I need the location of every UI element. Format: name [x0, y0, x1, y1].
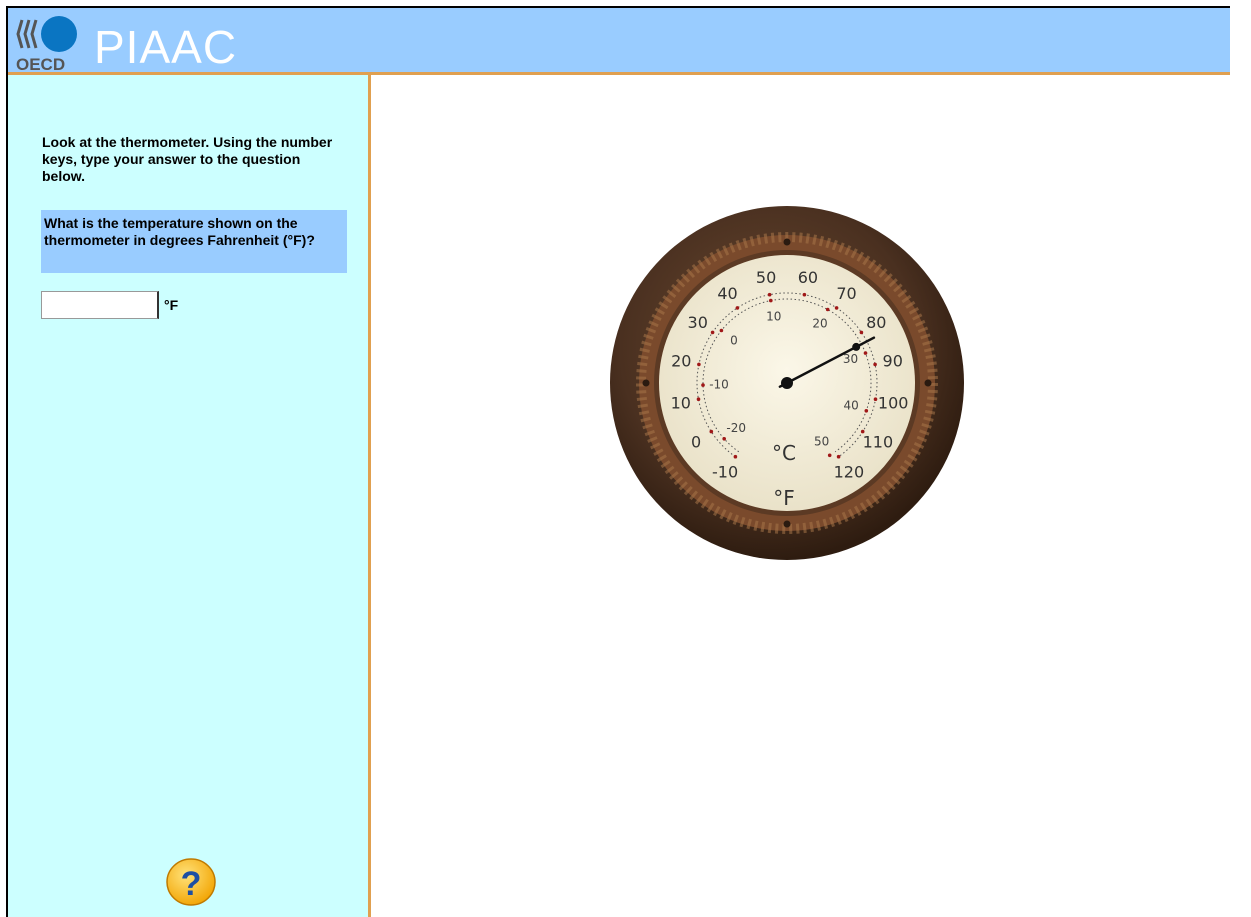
celsius-tick-label: -10 — [709, 378, 729, 392]
fahrenheit-tick-label: 70 — [836, 284, 856, 303]
question-panel: Look at the thermometer. Using the numbe… — [8, 75, 371, 917]
fahrenheit-tick-dot — [873, 397, 878, 401]
fahrenheit-tick-dot — [859, 330, 864, 335]
fahrenheit-tick-label: 20 — [671, 352, 691, 371]
fahrenheit-tick-dot — [735, 306, 740, 310]
celsius-unit-label: °C — [772, 441, 796, 465]
fahrenheit-tick-label: 50 — [756, 268, 776, 287]
fahrenheit-tick-dot — [710, 330, 715, 335]
celsius-tick-label: 0 — [730, 334, 738, 348]
celsius-tick-dot — [827, 453, 832, 458]
thermometer-dial: -1001020304050 60708090100110120 -20-1001… — [610, 206, 964, 560]
question-mark-icon: ? — [181, 865, 202, 903]
celsius-tick-label: 50 — [814, 435, 829, 449]
fahrenheit-tick-label: -10 — [712, 463, 738, 482]
celsius-tick-dot — [769, 298, 773, 303]
header-bar: OECD PIAAC — [8, 8, 1230, 75]
fahrenheit-tick-label: 0 — [691, 432, 701, 451]
celsius-tick-label: 10 — [766, 309, 781, 323]
oecd-logo-icon: OECD — [16, 16, 77, 72]
fahrenheit-unit-label: °F — [773, 486, 795, 510]
fahrenheit-tick-dot — [860, 429, 865, 434]
celsius-tick-dot — [864, 409, 869, 413]
fahrenheit-tick-dot — [697, 362, 701, 367]
fahrenheit-tick-dot — [873, 362, 877, 367]
fahrenheit-tick-dot — [709, 429, 714, 434]
celsius-tick-dot — [863, 351, 868, 355]
fahrenheit-tick-dot — [767, 292, 772, 297]
celsius-tick-label: -20 — [726, 421, 746, 435]
fahrenheit-tick-label: 90 — [883, 352, 903, 371]
answer-unit-label: °F — [164, 297, 179, 313]
fahrenheit-tick-dot — [802, 292, 807, 297]
celsius-tick-dot — [701, 383, 705, 387]
fahrenheit-tick-dot — [834, 306, 839, 310]
fahrenheit-tick-label: 120 — [834, 463, 865, 482]
celsius-tick-dot — [825, 307, 830, 312]
stimulus-area: -10 0 10 20 30 40 50 60 70 80 90 100 110 120 -20 -10 0 1… — [371, 75, 1230, 917]
fahrenheit-tick-label: 60 — [798, 268, 818, 287]
celsius-tick-dot — [719, 328, 724, 333]
app-title: PIAAC — [94, 21, 238, 73]
instructions-text: Look at the thermometer. Using the numbe… — [42, 134, 333, 184]
question-text: What is the temperature shown on the the… — [41, 210, 347, 273]
fahrenheit-tick-dot — [733, 454, 738, 459]
needle-tip-knob — [852, 342, 861, 351]
fahrenheit-tick-label: 110 — [863, 432, 894, 451]
fahrenheit-tick-dot — [696, 397, 701, 401]
logo-text: OECD — [16, 55, 65, 72]
fahrenheit-tick-label: 80 — [866, 313, 886, 332]
fahrenheit-tick-label: 10 — [671, 394, 691, 413]
celsius-tick-label: 20 — [812, 317, 827, 331]
celsius-tick-dot — [722, 437, 726, 441]
fahrenheit-tick-label: 40 — [717, 284, 737, 303]
fahrenheit-tick-label: 100 — [878, 394, 909, 413]
needle-hub — [781, 377, 793, 389]
celsius-tick-label: 40 — [844, 399, 859, 413]
fahrenheit-tick-label: 30 — [688, 313, 708, 332]
fahrenheit-tick-dot — [836, 454, 841, 459]
help-button[interactable]: ? — [165, 857, 217, 907]
answer-input[interactable] — [41, 291, 159, 319]
